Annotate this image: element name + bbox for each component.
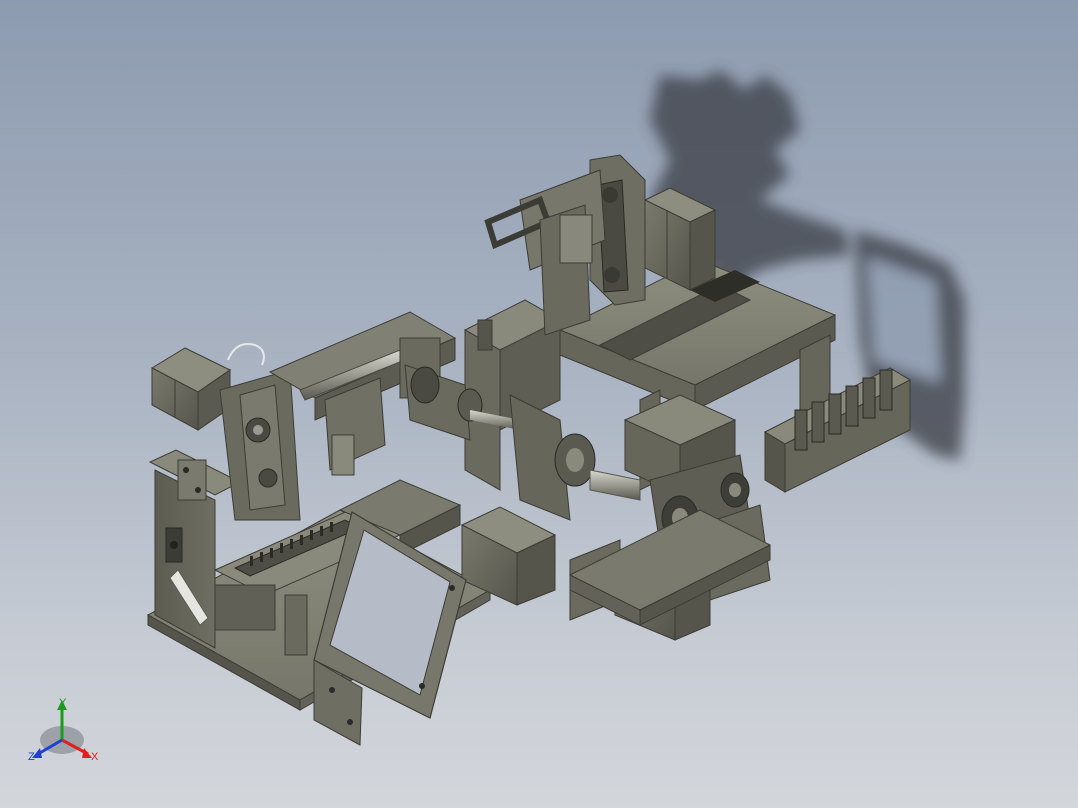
left-motor xyxy=(150,347,231,431)
x-axis-label: X xyxy=(91,751,99,763)
view-orientation-triad: X Y Z xyxy=(22,692,112,772)
valve-bank xyxy=(763,367,912,493)
y-axis-label: Y xyxy=(59,697,67,709)
assembly-model[interactable] xyxy=(0,0,1078,808)
z-axis-label: Z xyxy=(28,751,35,763)
graphics-viewport[interactable]: X Y Z xyxy=(0,0,1078,808)
